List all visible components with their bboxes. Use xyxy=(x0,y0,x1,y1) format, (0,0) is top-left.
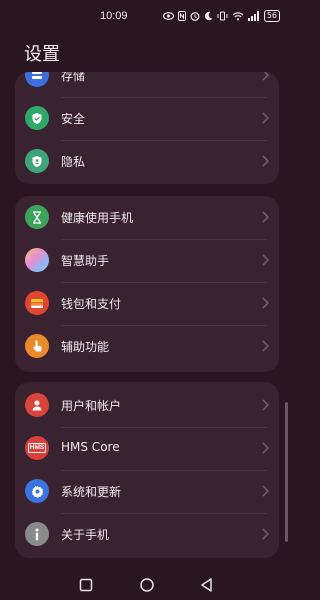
alarm-icon xyxy=(190,12,200,21)
hms-badge: HMS xyxy=(27,443,47,453)
storage-icon xyxy=(25,72,49,87)
chevron-right-icon xyxy=(262,485,269,497)
nfc-icon xyxy=(177,11,186,21)
settings-item-label: 钱包和支付 xyxy=(61,297,122,311)
status-bar: 10:09 56 xyxy=(0,0,294,34)
gear-icon xyxy=(25,479,49,503)
settings-item-privacy[interactable]: 隐私 xyxy=(15,140,279,183)
info-icon xyxy=(25,522,49,546)
settings-item-accessibility[interactable]: 辅助功能 xyxy=(15,325,279,368)
chevron-right-icon xyxy=(262,155,269,167)
chevron-right-icon xyxy=(262,112,269,124)
chevron-right-icon xyxy=(262,442,269,454)
battery-icon: 56 xyxy=(263,10,280,22)
settings-group-1: 存储 安全 隐私 xyxy=(15,72,279,184)
settings-item-security[interactable]: 安全 xyxy=(15,97,279,140)
settings-group-3: 用户和帐户 HMS HMS Core 系统和更新 关于手机 xyxy=(15,382,279,558)
eye-icon xyxy=(162,12,174,20)
scrollbar[interactable] xyxy=(285,402,288,542)
settings-item-about-phone[interactable]: 关于手机 xyxy=(15,513,279,556)
settings-item-assistant[interactable]: 智慧助手 xyxy=(15,239,279,282)
settings-item-system-updates[interactable]: 系统和更新 xyxy=(15,470,279,513)
chevron-right-icon xyxy=(262,211,269,223)
settings-item-label: 安全 xyxy=(61,112,86,126)
settings-item-label: 智慧助手 xyxy=(61,254,110,268)
hand-pointer-icon xyxy=(25,334,49,358)
chevron-right-icon xyxy=(262,72,269,81)
wallet-icon xyxy=(25,291,49,315)
navigation-bar xyxy=(0,570,294,600)
user-icon xyxy=(25,393,49,417)
chevron-right-icon xyxy=(262,340,269,352)
settings-item-hms-core[interactable]: HMS HMS Core xyxy=(15,427,279,470)
recents-icon[interactable] xyxy=(77,576,95,594)
settings-item-digital-balance[interactable]: 健康使用手机 xyxy=(15,196,279,239)
chevron-right-icon xyxy=(262,297,269,309)
settings-item-label: 用户和帐户 xyxy=(61,399,122,413)
hourglass-icon xyxy=(25,205,49,229)
settings-item-label: 系统和更新 xyxy=(61,485,122,499)
vibrate-icon xyxy=(217,11,228,21)
settings-item-label: 辅助功能 xyxy=(61,340,110,354)
shield-icon xyxy=(25,106,49,130)
chevron-right-icon xyxy=(262,254,269,266)
back-icon[interactable] xyxy=(198,576,216,594)
privacy-shield-icon xyxy=(25,149,49,173)
settings-item-wallet[interactable]: 钱包和支付 xyxy=(15,282,279,325)
settings-item-label: 存储 xyxy=(61,72,86,83)
chevron-right-icon xyxy=(262,399,269,411)
chevron-right-icon xyxy=(262,528,269,540)
home-icon[interactable] xyxy=(138,576,156,594)
signal-icon xyxy=(247,11,259,21)
settings-item-label: 关于手机 xyxy=(61,528,110,542)
settings-group-2: 健康使用手机 智慧助手 钱包和支付 辅助功能 xyxy=(15,196,279,372)
status-icons: 56 xyxy=(162,9,280,23)
hms-icon: HMS xyxy=(25,436,49,460)
settings-item-label: HMS Core xyxy=(61,440,120,454)
settings-item-label: 隐私 xyxy=(61,155,86,169)
settings-item-users-accounts[interactable]: 用户和帐户 xyxy=(15,384,279,427)
page-title: 设置 xyxy=(24,44,60,65)
status-time: 10:09 xyxy=(100,10,128,22)
wifi-icon xyxy=(232,12,244,21)
settings-item-label: 健康使用手机 xyxy=(61,211,134,225)
moon-icon xyxy=(204,11,213,21)
assistant-orb-icon xyxy=(25,248,49,272)
settings-item-storage[interactable]: 存储 xyxy=(15,72,279,97)
